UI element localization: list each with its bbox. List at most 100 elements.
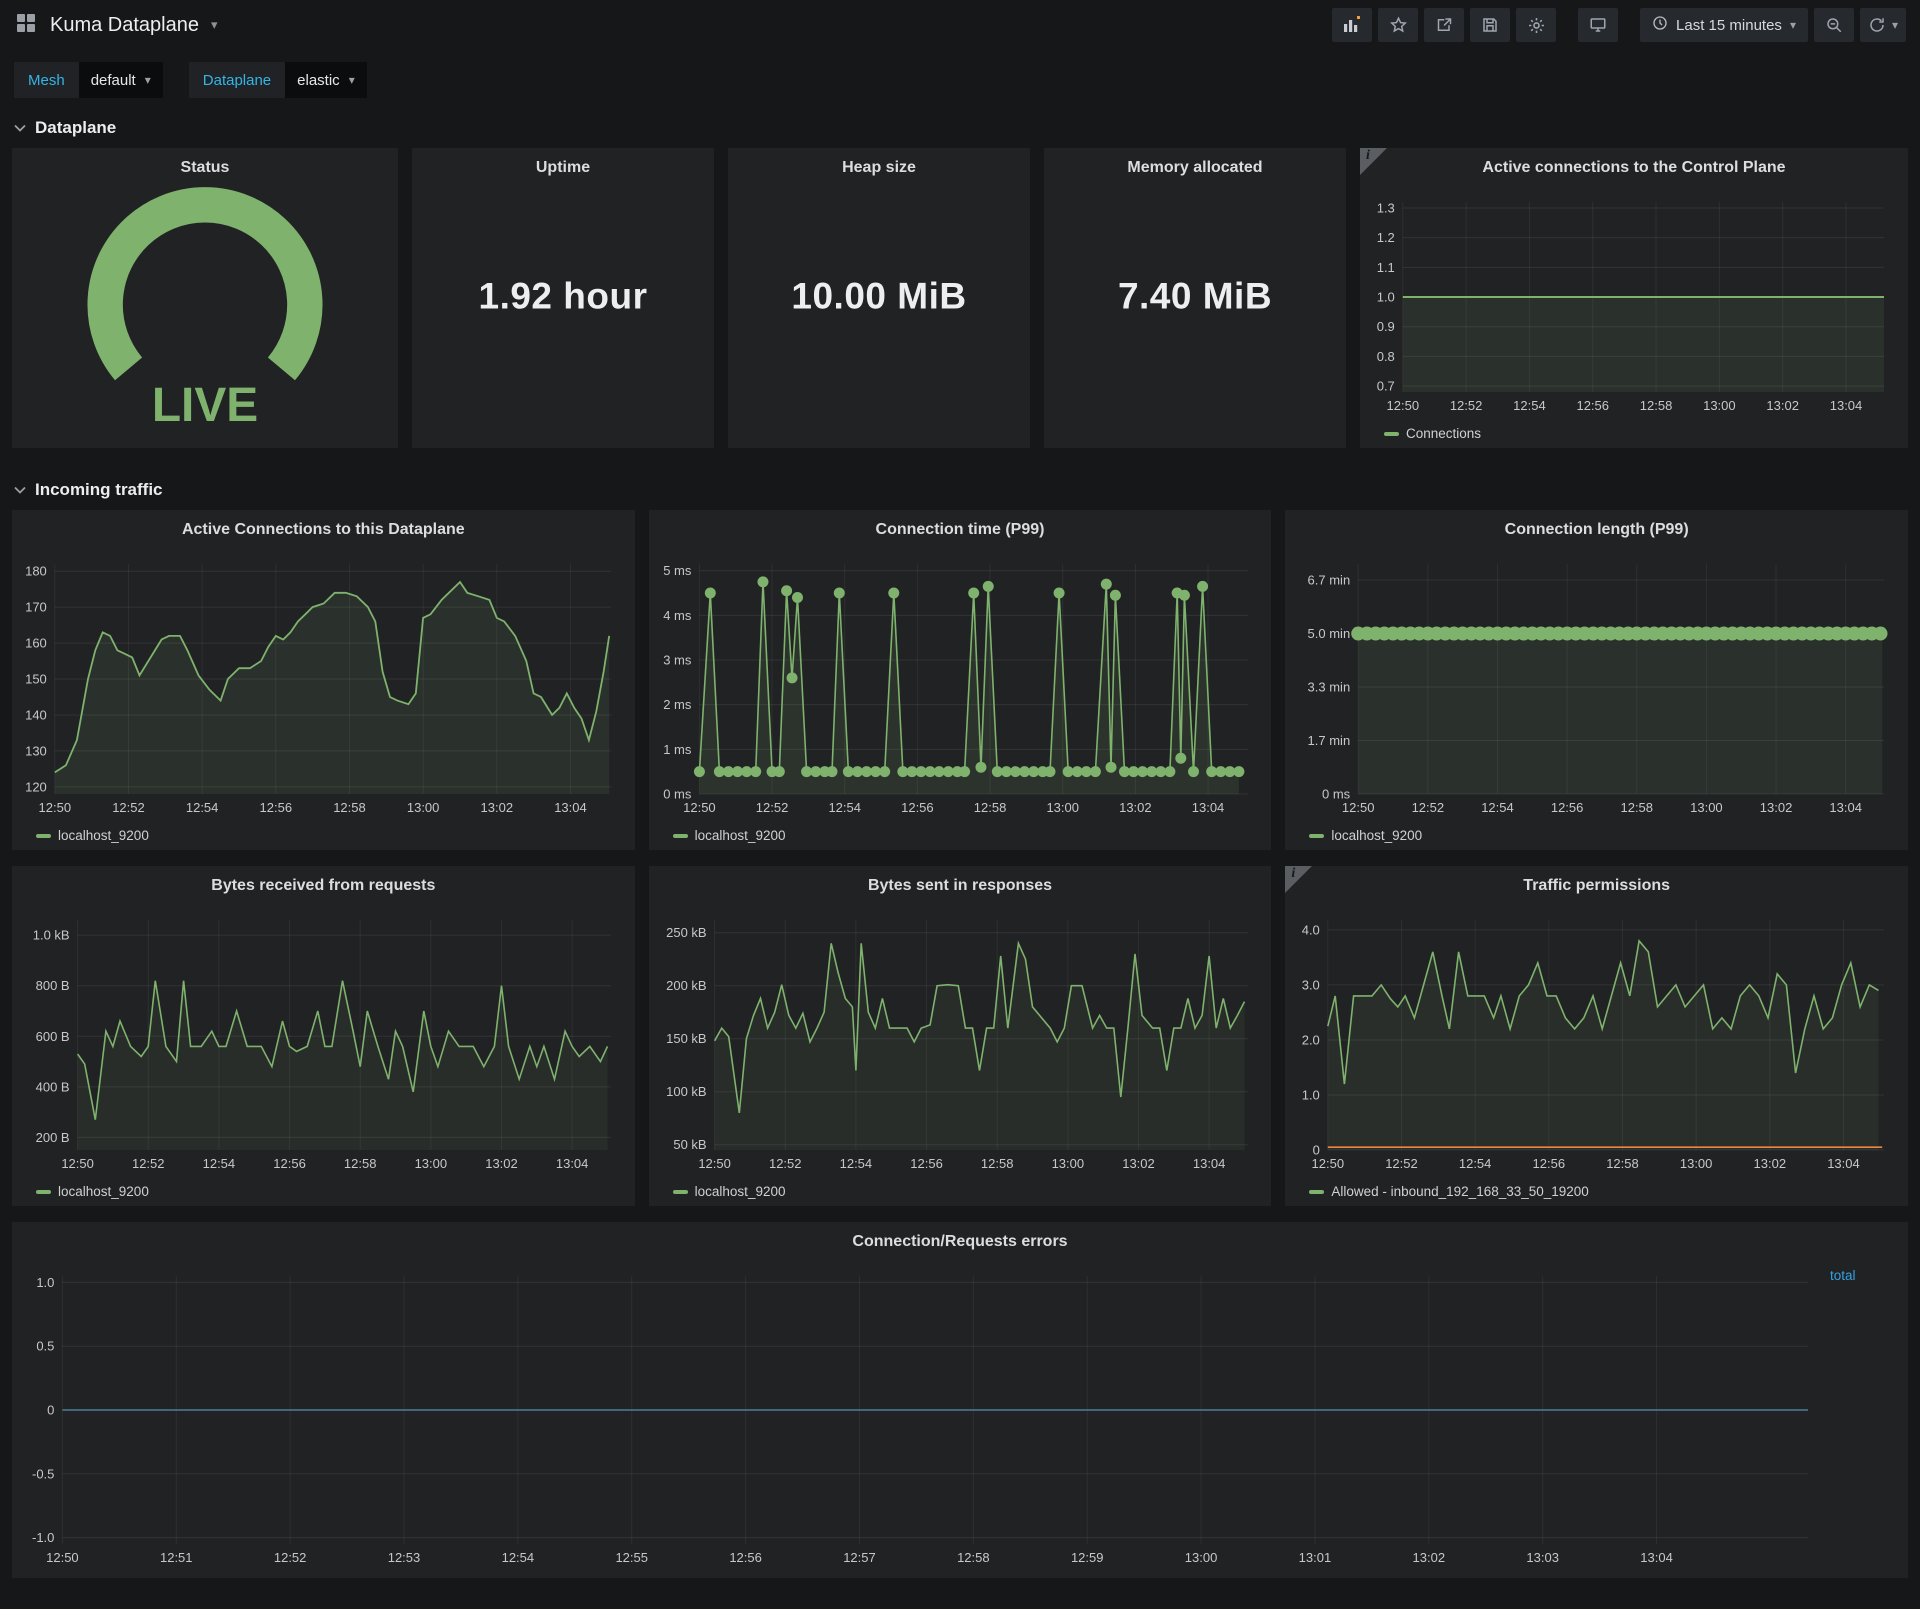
variable-mesh-value[interactable]: default ▾ bbox=[78, 62, 163, 98]
connection-time-chart[interactable]: 12:50 12:52 12:54 12:56 12:58 13:00 13:02 13:04… bbox=[655, 554, 1260, 818]
section-header-incoming-traffic[interactable]: Incoming traffic bbox=[0, 464, 1920, 510]
legend-label: localhost_9200 bbox=[694, 1184, 786, 1199]
svg-text:6.7 min: 6.7 min bbox=[1308, 573, 1351, 588]
svg-text:12:56: 12:56 bbox=[1576, 398, 1609, 413]
errors-chart[interactable]: 12:50 12:51 12:52 12:53 12:54 12:55 12:56 12:57… bbox=[18, 1266, 1820, 1568]
legend-label[interactable]: total bbox=[1830, 1268, 1856, 1283]
svg-text:13:02: 13:02 bbox=[1119, 800, 1152, 815]
chart-legend[interactable]: localhost_9200 bbox=[36, 1184, 149, 1199]
refresh-interval-caret[interactable]: ▾ bbox=[1892, 18, 1898, 32]
save-button[interactable] bbox=[1470, 8, 1511, 42]
active-connections-chart[interactable]: 12:50 12:52 12:54 12:56 12:58 13:00 13:02 13:04… bbox=[18, 554, 623, 818]
chart-legend[interactable]: localhost_9200 bbox=[672, 828, 786, 843]
chart-legend[interactable]: localhost_9200 bbox=[36, 828, 149, 843]
svg-text:50 kB: 50 kB bbox=[673, 1137, 706, 1152]
svg-text:13:04: 13:04 bbox=[1191, 800, 1224, 815]
svg-text:3.0: 3.0 bbox=[1302, 977, 1320, 992]
panel-title[interactable]: Connection length (P99) bbox=[1285, 510, 1908, 545]
svg-text:13:00: 13:00 bbox=[1185, 1550, 1218, 1565]
svg-text:12:54: 12:54 bbox=[1513, 398, 1546, 413]
chart-legend[interactable]: Connections bbox=[1384, 426, 1481, 441]
panel-title[interactable]: Connection/Requests errors bbox=[12, 1222, 1908, 1257]
svg-text:600 B: 600 B bbox=[36, 1029, 70, 1044]
svg-text:4 ms: 4 ms bbox=[663, 608, 692, 623]
legend-color-dash bbox=[672, 833, 688, 838]
panel-title[interactable]: Active Connections to this Dataplane bbox=[12, 510, 635, 545]
dashboard-grid-icon[interactable] bbox=[14, 11, 38, 40]
legend-label: localhost_9200 bbox=[694, 828, 786, 843]
svg-text:13:02: 13:02 bbox=[1122, 1156, 1155, 1171]
svg-text:12:56: 12:56 bbox=[273, 1156, 306, 1171]
panel-memory-allocated: Memory allocated 7.40 MiB bbox=[1044, 148, 1346, 448]
panel-info-corner[interactable] bbox=[1360, 148, 1387, 175]
svg-text:13:03: 13:03 bbox=[1526, 1550, 1559, 1565]
panel-title[interactable]: Heap size bbox=[728, 148, 1030, 183]
panel-connection-requests-errors: Connection/Requests errors 12:50 12:51 12:… bbox=[12, 1222, 1908, 1578]
svg-text:12:58: 12:58 bbox=[1607, 1156, 1640, 1171]
svg-text:13:00: 13:00 bbox=[407, 800, 440, 815]
star-button[interactable] bbox=[1378, 8, 1419, 42]
panel-title[interactable]: Memory allocated bbox=[1044, 148, 1346, 183]
svg-text:12:58: 12:58 bbox=[1621, 800, 1654, 815]
svg-text:13:02: 13:02 bbox=[1413, 1550, 1446, 1565]
settings-gear-button[interactable] bbox=[1516, 8, 1557, 42]
share-button[interactable] bbox=[1424, 8, 1465, 42]
variable-dataplane-value[interactable]: elastic ▾ bbox=[285, 62, 367, 98]
svg-text:1.0 kB: 1.0 kB bbox=[33, 928, 70, 943]
panel-title[interactable]: Traffic permissions bbox=[1285, 866, 1908, 901]
dashboard-title[interactable]: Kuma Dataplane bbox=[50, 14, 199, 37]
svg-text:250 kB: 250 kB bbox=[666, 925, 706, 940]
template-variables-row: Mesh default ▾ Dataplane elastic ▾ bbox=[0, 50, 1920, 102]
panel-title[interactable]: Bytes sent in responses bbox=[649, 866, 1272, 901]
svg-text:0.9: 0.9 bbox=[1377, 319, 1395, 334]
svg-text:12:55: 12:55 bbox=[615, 1550, 648, 1565]
svg-text:1.3: 1.3 bbox=[1377, 200, 1395, 215]
svg-text:5 ms: 5 ms bbox=[663, 563, 692, 578]
panel-title[interactable]: Bytes received from requests bbox=[12, 866, 635, 901]
add-panel-button[interactable] bbox=[1332, 8, 1373, 42]
svg-text:12:54: 12:54 bbox=[1482, 800, 1515, 815]
svg-text:13:04: 13:04 bbox=[1193, 1156, 1226, 1171]
svg-text:-1.0: -1.0 bbox=[32, 1530, 54, 1545]
tv-mode-button[interactable] bbox=[1578, 8, 1619, 42]
connection-length-chart[interactable]: 12:50 12:52 12:54 12:56 12:58 13:00 13:02 13:04… bbox=[1291, 554, 1896, 818]
svg-text:12:50: 12:50 bbox=[683, 800, 716, 815]
traffic-permissions-chart[interactable]: 12:50 12:52 12:54 12:56 12:58 13:00 13:02 13:04… bbox=[1291, 910, 1896, 1174]
svg-text:1.1: 1.1 bbox=[1377, 260, 1395, 275]
info-icon: i bbox=[1291, 866, 1296, 881]
svg-text:170: 170 bbox=[25, 600, 47, 615]
section-header-dataplane[interactable]: Dataplane bbox=[0, 102, 1920, 148]
svg-text:12:52: 12:52 bbox=[1450, 398, 1483, 413]
chart-legend[interactable]: Allowed - inbound_192_168_33_50_19200 bbox=[1309, 1184, 1589, 1199]
svg-text:13:00: 13:00 bbox=[1046, 800, 1079, 815]
panel-title[interactable]: Active connections to the Control Plane bbox=[1360, 148, 1908, 183]
svg-text:12:50: 12:50 bbox=[1312, 1156, 1345, 1171]
legend-label: localhost_9200 bbox=[58, 1184, 149, 1199]
bytes-received-chart[interactable]: 12:50 12:52 12:54 12:56 12:58 13:00 13:02 13:04… bbox=[18, 910, 623, 1174]
svg-text:0: 0 bbox=[1313, 1143, 1320, 1158]
zoom-out-button[interactable] bbox=[1813, 8, 1854, 42]
panel-title[interactable]: Connection time (P99) bbox=[649, 510, 1272, 545]
svg-text:180: 180 bbox=[25, 564, 47, 579]
panel-title[interactable]: Uptime bbox=[412, 148, 714, 183]
svg-text:12:52: 12:52 bbox=[132, 1156, 165, 1171]
panel-title[interactable]: Status bbox=[12, 148, 398, 183]
status-gauge: LIVE bbox=[12, 182, 398, 442]
svg-text:120: 120 bbox=[25, 779, 47, 794]
panel-info-corner[interactable] bbox=[1285, 866, 1313, 893]
bytes-sent-chart[interactable]: 12:50 12:52 12:54 12:56 12:58 13:00 13:02 13:04… bbox=[655, 910, 1260, 1174]
svg-text:12:50: 12:50 bbox=[39, 800, 72, 815]
svg-text:800 B: 800 B bbox=[36, 978, 70, 993]
refresh-button[interactable]: ▾ bbox=[1859, 8, 1906, 42]
variable-dataplane-label: Dataplane bbox=[188, 62, 286, 98]
control-plane-connections-chart[interactable]: 12:50 12:52 12:54 12:56 12:58 13:00 13:02 13:04… bbox=[1366, 192, 1896, 416]
chart-legend[interactable]: localhost_9200 bbox=[672, 1184, 786, 1199]
legend-label: Connections bbox=[1406, 426, 1482, 441]
chart-legend[interactable]: localhost_9200 bbox=[1309, 828, 1422, 843]
chart-legend-right[interactable]: total bbox=[1830, 1268, 1896, 1283]
variable-mesh: Mesh default ▾ bbox=[14, 62, 163, 98]
chevron-down-icon[interactable]: ▾ bbox=[211, 17, 218, 33]
svg-text:13:04: 13:04 bbox=[556, 1156, 589, 1171]
time-range-picker[interactable]: Last 15 minutes ▾ bbox=[1640, 8, 1808, 42]
svg-text:13:02: 13:02 bbox=[1754, 1156, 1787, 1171]
